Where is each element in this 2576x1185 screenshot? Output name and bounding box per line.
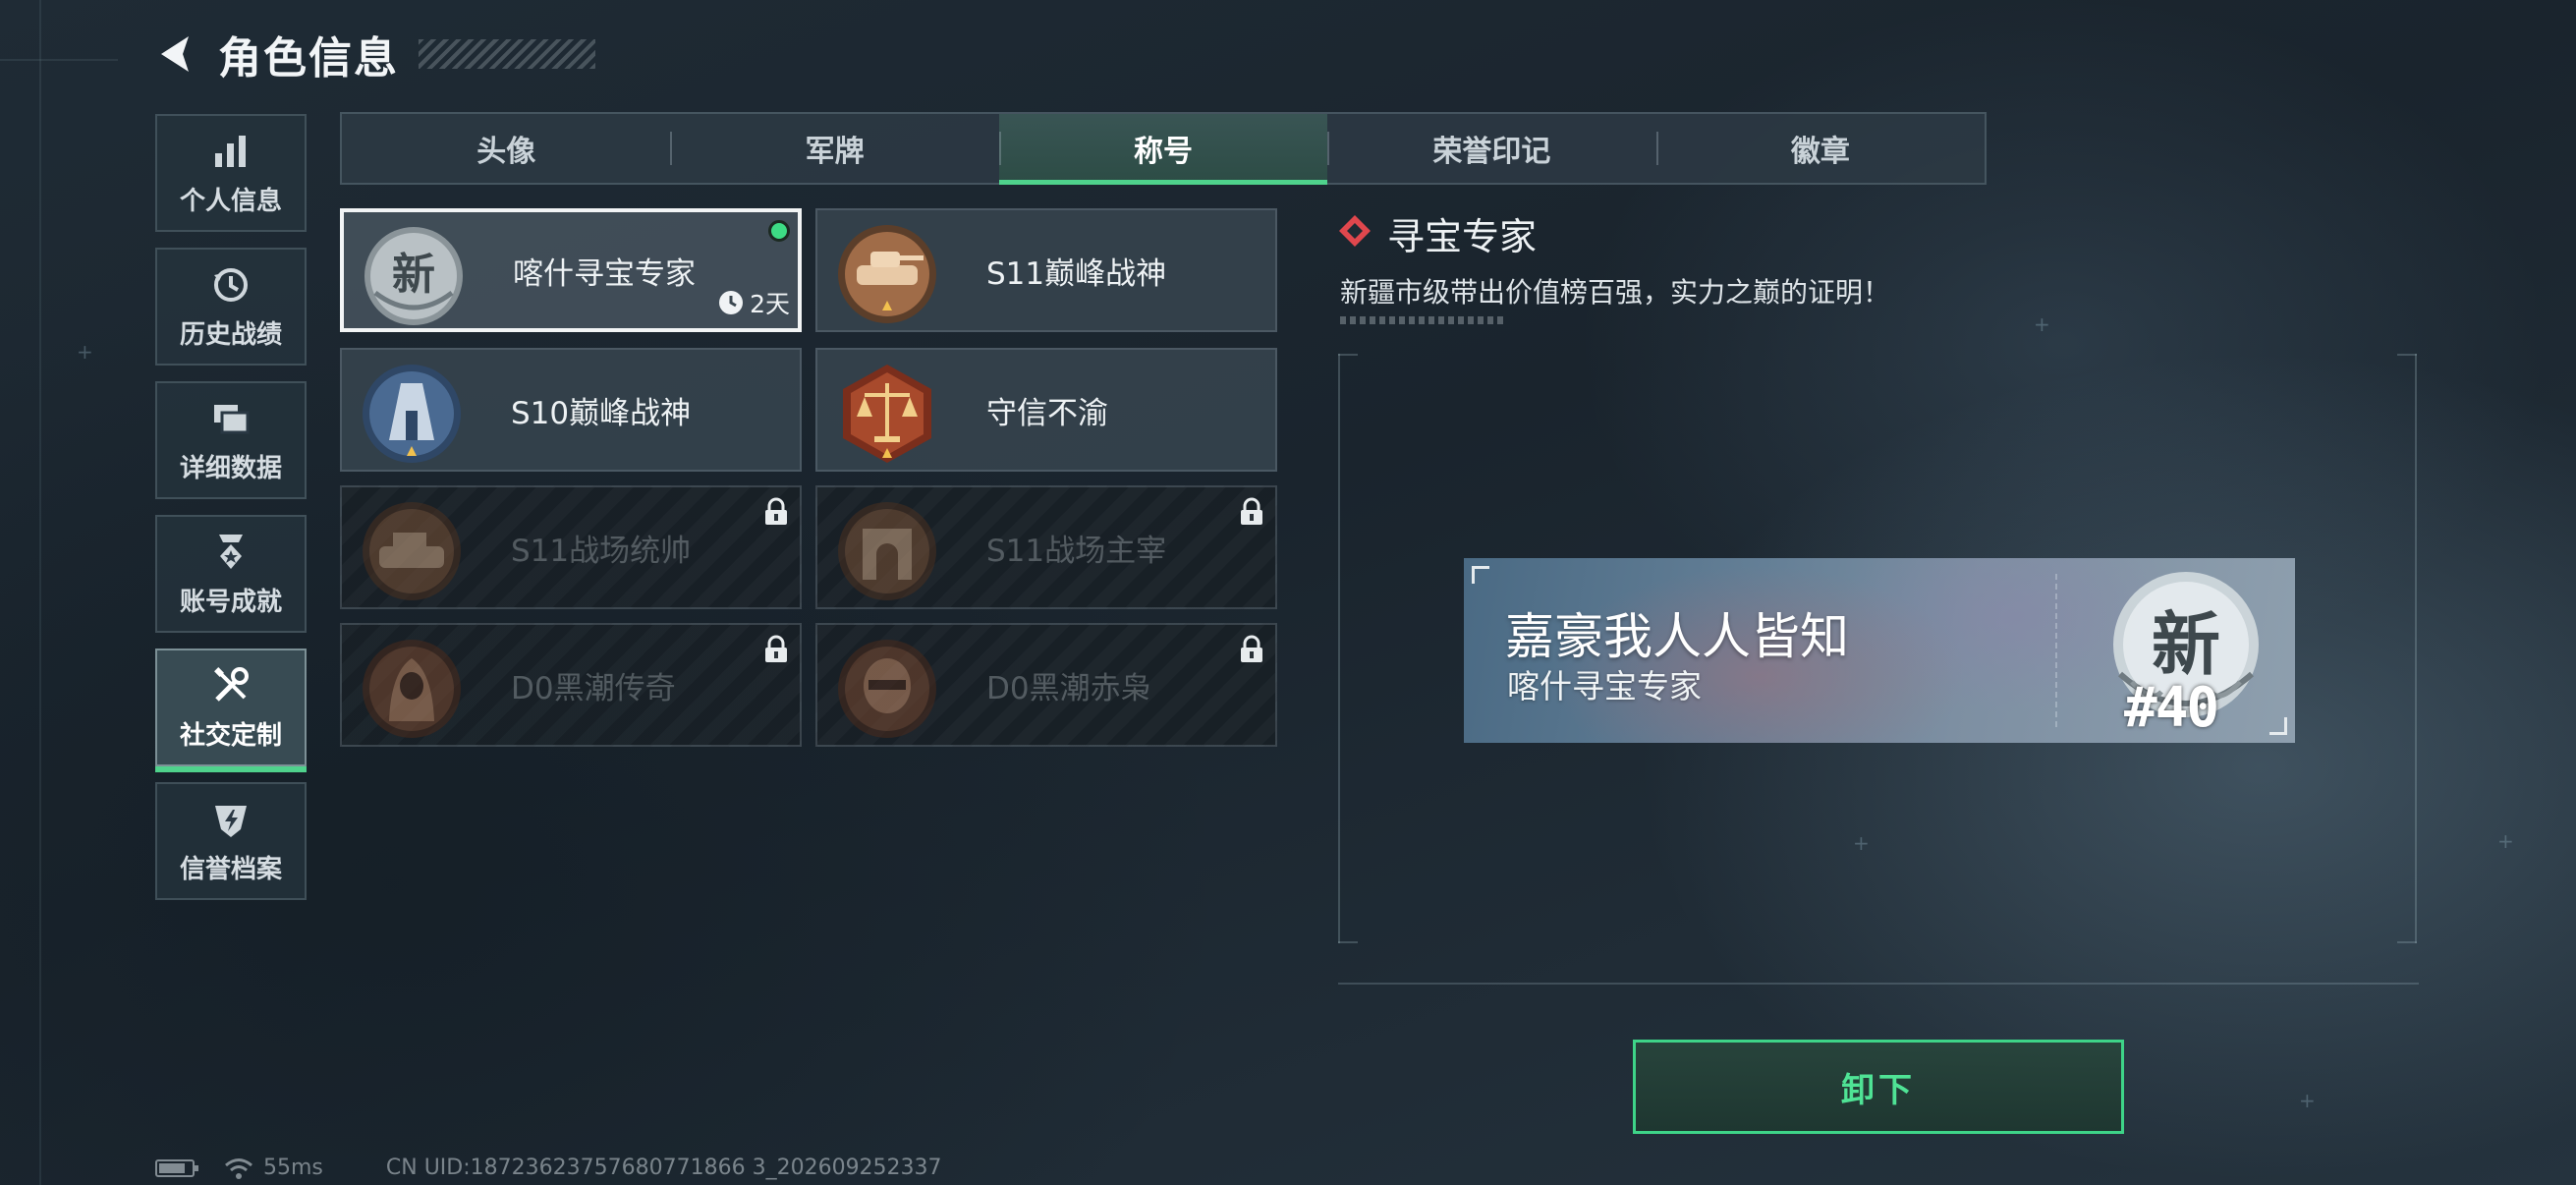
title-label: S10巅峰战神 bbox=[511, 395, 692, 431]
diamond-marker-icon bbox=[1339, 215, 1371, 247]
crosshair-mark: + bbox=[2299, 1089, 2316, 1112]
category-tabs: 头像 军牌 称号 荣誉印记 徽章 bbox=[340, 112, 1987, 185]
lock-icon bbox=[1241, 635, 1262, 662]
vehicle-emblem-icon bbox=[363, 502, 461, 600]
scales-emblem-icon bbox=[843, 365, 931, 463]
nav-item-reputation[interactable]: 信誉档案 bbox=[155, 782, 307, 900]
nav-label: 详细数据 bbox=[179, 453, 282, 483]
title-decoration bbox=[419, 39, 595, 69]
title-label: S11巅峰战神 bbox=[986, 255, 1167, 292]
rank-number: #40 bbox=[2124, 676, 2219, 740]
title-card-item[interactable]: S11战场主宰 bbox=[815, 485, 1277, 609]
title-label: 守信不渝 bbox=[986, 395, 1108, 431]
nav-label: 历史战绩 bbox=[179, 319, 282, 350]
frame-line bbox=[1338, 983, 2419, 985]
title-card-item[interactable]: S11巅峰战神 bbox=[815, 208, 1277, 332]
back-button[interactable] bbox=[147, 26, 204, 83]
crosshair-mark: + bbox=[2034, 312, 2050, 336]
uid-text: CN UID:18723623757680771866 3_2026092523… bbox=[385, 1156, 942, 1180]
svg-text:新: 新 bbox=[392, 250, 435, 300]
title-card-item[interactable]: D0黑潮传奇 bbox=[340, 623, 802, 747]
frame-line bbox=[39, 0, 41, 1185]
side-navigation: 个人信息 历史战绩 详细数据 账号成就 社交定制 信誉档案 bbox=[155, 114, 307, 916]
title-label: S11战场统帅 bbox=[511, 533, 692, 569]
battery-icon bbox=[155, 1158, 198, 1177]
svg-text:新: 新 bbox=[2152, 603, 2220, 685]
preview-title-name: 喀什寻宝专家 bbox=[1507, 667, 1702, 705]
title-card-item[interactable]: S11战场统帅 bbox=[340, 485, 802, 609]
nav-label: 个人信息 bbox=[179, 186, 282, 216]
title-preview-card: 嘉豪我人人皆知 喀什寻宝专家 新 #40 bbox=[1464, 558, 2295, 743]
title-card-item[interactable]: 新 喀什寻宝专家 2天 bbox=[340, 208, 802, 332]
preview-player-name: 嘉豪我人人皆知 bbox=[1505, 608, 1849, 665]
ping-text: 55ms bbox=[263, 1156, 323, 1180]
title-label: S11战场主宰 bbox=[986, 533, 1167, 569]
header: 角色信息 bbox=[147, 22, 595, 86]
nav-item-personal-info[interactable]: 个人信息 bbox=[155, 114, 307, 232]
lock-icon bbox=[765, 497, 787, 525]
title-label: D0黑潮赤枭 bbox=[986, 670, 1151, 706]
unequip-button[interactable]: 卸下 bbox=[1633, 1040, 2124, 1134]
back-arrow-icon bbox=[161, 36, 189, 72]
battery-indicator bbox=[155, 1157, 200, 1179]
wifi-icon bbox=[225, 1157, 252, 1179]
nav-label: 信誉档案 bbox=[179, 854, 282, 884]
title-card-item[interactable]: S10巅峰战神 bbox=[340, 348, 802, 472]
timer-text: 2天 bbox=[750, 290, 790, 318]
arch-emblem-icon bbox=[838, 502, 936, 600]
frame-line bbox=[0, 59, 118, 61]
card-corner bbox=[1472, 566, 1489, 584]
reputation-shield-icon bbox=[209, 798, 252, 841]
clock-icon bbox=[719, 291, 744, 314]
nav-label: 账号成就 bbox=[179, 587, 282, 617]
nav-item-detailed-data[interactable]: 详细数据 bbox=[155, 381, 307, 499]
nav-label: 社交定制 bbox=[179, 720, 282, 751]
equipped-indicator bbox=[768, 220, 790, 242]
title-card-item[interactable]: 守信不渝 bbox=[815, 348, 1277, 472]
detail-description: 新疆市级带出价值榜百强，实力之巅的证明！ bbox=[1340, 276, 1891, 309]
tools-wrench-icon bbox=[209, 664, 252, 707]
tower-emblem-icon bbox=[363, 365, 461, 463]
status-bar: 55ms CN UID:18723623757680771866 3_20260… bbox=[155, 1156, 942, 1180]
title-label: D0黑潮传奇 bbox=[511, 670, 676, 706]
page-title: 角色信息 bbox=[218, 33, 399, 84]
folder-icon bbox=[209, 397, 252, 440]
masked-soldier-emblem-icon bbox=[838, 640, 936, 738]
history-clock-icon bbox=[209, 263, 252, 307]
detail-decoration bbox=[1340, 316, 1503, 324]
bar-chart-icon bbox=[209, 130, 252, 173]
tab-title[interactable]: 称号 bbox=[998, 114, 1328, 185]
title-label: 喀什寻宝专家 bbox=[513, 255, 696, 292]
lock-icon bbox=[1241, 497, 1262, 525]
nav-item-achievements[interactable]: 账号成就 bbox=[155, 515, 307, 633]
title-card-item[interactable]: D0黑潮赤枭 bbox=[815, 623, 1277, 747]
nav-item-social-customization[interactable]: 社交定制 bbox=[155, 649, 307, 772]
tab-avatar[interactable]: 头像 bbox=[342, 114, 670, 183]
hooded-figure-emblem-icon bbox=[363, 640, 461, 738]
lock-icon bbox=[765, 635, 787, 662]
tab-badge[interactable]: 徽章 bbox=[1655, 114, 1985, 183]
tank-emblem-icon bbox=[838, 225, 936, 323]
card-divider bbox=[2055, 574, 2057, 727]
crosshair-mark: + bbox=[2497, 829, 2514, 853]
expiry-timer: 2天 bbox=[718, 285, 790, 320]
xin-emblem-icon: 新 bbox=[364, 227, 463, 325]
detail-title: 寻宝专家 bbox=[1387, 215, 1538, 258]
tab-honor-mark[interactable]: 荣誉印记 bbox=[1327, 114, 1655, 183]
nav-item-match-history[interactable]: 历史战绩 bbox=[155, 248, 307, 366]
crosshair-mark: + bbox=[77, 340, 93, 364]
tab-dog-tag[interactable]: 军牌 bbox=[670, 114, 998, 183]
achievement-medal-icon bbox=[209, 531, 252, 574]
network-indicator: 55ms bbox=[224, 1156, 323, 1180]
card-corner bbox=[2269, 717, 2287, 735]
